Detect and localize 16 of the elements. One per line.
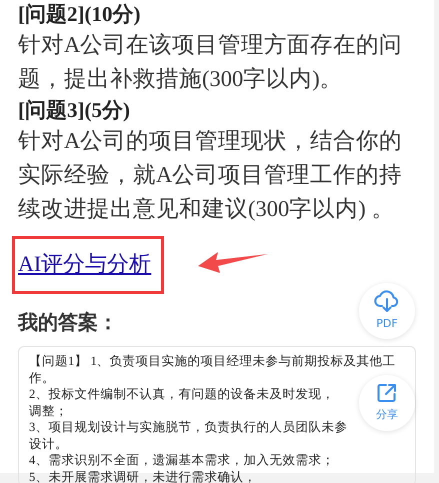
- answer-line: 4、需求识别不全面，遗漏基本需求，加入无效需求；: [29, 452, 334, 468]
- question-text: 针对A公司在该项目管理方面存在的问题，提出补救措施(300字以内)。: [18, 31, 404, 93]
- share-icon: [376, 382, 398, 404]
- answer-title: 我的答案：: [18, 309, 118, 336]
- question-text: 针对A公司的项目管理现状，结合你的实际经验，就A公司项目管理工作的持续改进提出意见和建议(300字以内) 。: [18, 127, 404, 223]
- answer-line: 2、投标文件编制不认真，有问题的设备未及时发现，: [29, 386, 334, 402]
- question-heading: [问题3](5分): [18, 97, 131, 124]
- ai-analysis-link[interactable]: AI评分与分析: [18, 249, 152, 279]
- answer-line: 【问题1】 1、负责项目实施的项目经理未参与前期投标及其他工: [29, 353, 396, 370]
- question-heading: [问题2](10分): [18, 1, 142, 28]
- answer-line: 设计。: [29, 436, 68, 452]
- answer-line: 调整；: [29, 402, 68, 419]
- answer-line: 5、未开展需求调研，未进行需求确认，: [29, 468, 256, 483]
- answer-line: 作。: [29, 370, 55, 386]
- cloud-download-icon: [374, 289, 400, 314]
- answer-line: 3、项目规划设计与实施脱节，负责执行的人员团队未参: [29, 419, 348, 436]
